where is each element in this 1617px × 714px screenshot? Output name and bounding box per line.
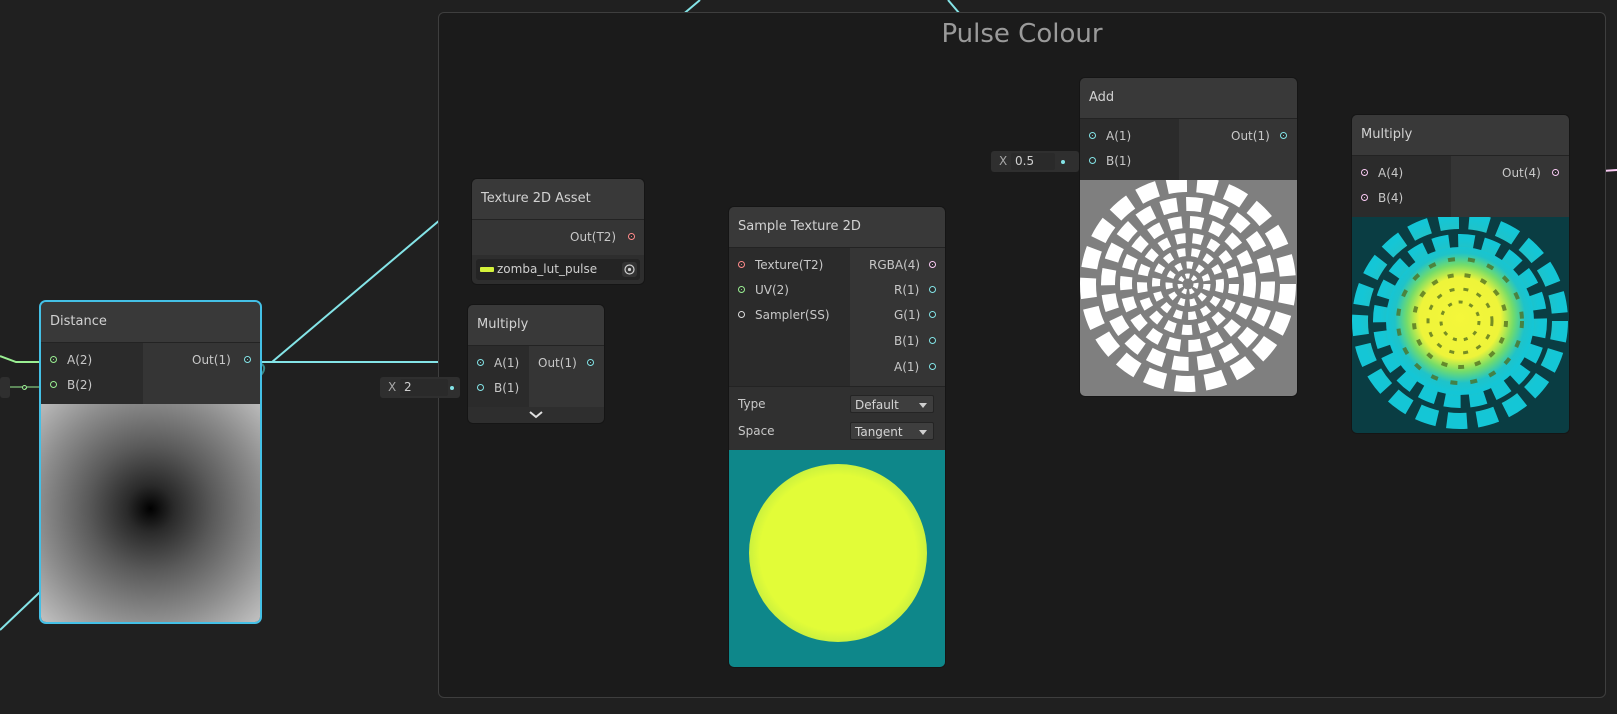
type-dropdown-arrow-icon: [919, 403, 927, 408]
multiply-color-node[interactable]: Multiply A(4) B(4) Out(4): [1352, 115, 1569, 433]
sample-texture-preview: [729, 450, 945, 667]
multiply-color-a-port-icon[interactable]: [1361, 169, 1368, 176]
multiply-b-inline-field[interactable]: X 2: [380, 377, 460, 398]
space-dropdown[interactable]: Tangent: [850, 422, 934, 440]
add-node-title: Add: [1080, 78, 1297, 118]
sample-texture-texture-label: Texture(T2): [755, 258, 824, 272]
multiply-float-title: Multiply: [468, 305, 604, 345]
texture-asset-title: Texture 2D Asset: [472, 179, 644, 219]
multiply-b-axis-label: X: [388, 380, 397, 394]
sample-texture-preview-disc: [749, 464, 927, 642]
sample-texture-a-label: A(1): [894, 360, 920, 374]
add-preview: [1080, 180, 1297, 396]
sample-texture-settings: Type Default Space Tangent: [729, 386, 945, 450]
distance-b-inline-dot: [22, 385, 27, 390]
texture-asset-name: zomba_lut_pulse: [497, 262, 598, 276]
add-out-port-icon[interactable]: [1280, 132, 1287, 139]
sample-texture-g-port-icon[interactable]: [929, 311, 936, 318]
texture-2d-asset-node[interactable]: Texture 2D Asset Out(T2) zomba_lut_pulse: [472, 179, 644, 284]
add-preview-pattern: [1080, 180, 1296, 392]
sample-texture-r-label: R(1): [894, 283, 920, 297]
type-dropdown[interactable]: Default: [850, 395, 934, 413]
distance-a-port-icon[interactable]: [50, 356, 57, 363]
add-b-inline-field[interactable]: X 0.5: [991, 151, 1079, 172]
type-label: Type: [738, 397, 766, 411]
add-b-inline-dot: [1061, 160, 1065, 164]
texture-asset-field-row: zomba_lut_pulse: [472, 255, 644, 284]
sample-texture-ports: Texture(T2) UV(2) Sampler(SS) RGBA(4) R(…: [729, 247, 945, 386]
multiply-float-node[interactable]: Multiply A(1) B(1) Out(1): [468, 305, 604, 423]
add-b-label: B(1): [1106, 154, 1132, 168]
sample-texture-a-port-icon[interactable]: [929, 363, 936, 370]
texture-asset-swatch: [480, 267, 494, 272]
object-picker-icon[interactable]: [622, 262, 637, 277]
texture-asset-out-port-icon[interactable]: [628, 233, 635, 240]
type-dropdown-value: Default: [855, 398, 899, 412]
distance-b-inline-field[interactable]: [0, 377, 10, 398]
texture-asset-ports: Out(T2): [472, 219, 644, 255]
sample-texture-uv-label: UV(2): [755, 283, 789, 297]
add-out-label: Out(1): [1231, 129, 1270, 143]
multiply-color-preview-pattern: [1352, 217, 1568, 429]
multiply-b-inline-dot: [450, 386, 454, 390]
sample-texture-title: Sample Texture 2D: [729, 207, 945, 247]
multiply-float-b-port-icon[interactable]: [477, 384, 484, 391]
add-b-axis-label: X: [999, 154, 1008, 168]
multiply-float-ports: A(1) B(1) Out(1): [468, 345, 604, 408]
space-dropdown-arrow-icon: [919, 430, 927, 435]
texture-asset-object-field[interactable]: zomba_lut_pulse: [476, 259, 640, 280]
multiply-b-value[interactable]: 2: [400, 379, 448, 396]
distance-ports: A(2) B(2) Out(1): [41, 342, 260, 405]
sample-texture-rgba-port-icon[interactable]: [929, 261, 936, 268]
distance-a-label: A(2): [67, 353, 93, 367]
add-a-label: A(1): [1106, 129, 1132, 143]
sample-texture-g-label: G(1): [894, 308, 921, 322]
sample-texture-2d-node[interactable]: Sample Texture 2D Texture(T2) UV(2) Samp…: [729, 207, 945, 667]
sample-texture-sampler-port-icon[interactable]: [738, 311, 745, 318]
sample-texture-sampler-label: Sampler(SS): [755, 308, 830, 322]
multiply-color-preview: [1352, 217, 1569, 433]
distance-out-port-icon[interactable]: [244, 356, 251, 363]
sample-texture-b-port-icon[interactable]: [929, 337, 936, 344]
multiply-color-out-port-icon[interactable]: [1552, 169, 1559, 176]
distance-out-label: Out(1): [192, 353, 231, 367]
multiply-color-title: Multiply: [1352, 115, 1569, 155]
space-dropdown-value: Tangent: [855, 425, 903, 439]
distance-node[interactable]: Distance A(2) B(2) Out(1): [41, 302, 260, 622]
wire-left-bottom: [0, 591, 41, 631]
sample-texture-rgba-label: RGBA(4): [869, 258, 921, 272]
add-b-port-icon[interactable]: [1089, 157, 1096, 164]
multiply-float-out-port-icon[interactable]: [587, 359, 594, 366]
add-ports: A(1) B(1) Out(1): [1080, 118, 1297, 181]
distance-preview: [41, 404, 260, 622]
multiply-color-b-label: B(4): [1378, 191, 1404, 205]
sample-texture-texture-port-icon[interactable]: [738, 261, 745, 268]
add-b-value[interactable]: 0.5: [1011, 153, 1055, 170]
distance-b-port-icon[interactable]: [50, 381, 57, 388]
distance-b-label: B(2): [67, 378, 93, 392]
multiply-float-b-label: B(1): [494, 381, 520, 395]
sample-texture-uv-port-icon[interactable]: [738, 286, 745, 293]
sample-texture-b-label: B(1): [894, 334, 920, 348]
expand-chevron-icon[interactable]: [468, 407, 604, 423]
group-title[interactable]: Pulse Colour: [439, 19, 1605, 49]
add-a-port-icon[interactable]: [1089, 132, 1096, 139]
wire-left-vector2: [0, 355, 44, 363]
multiply-float-out-label: Out(1): [538, 356, 577, 370]
distance-node-title: Distance: [41, 302, 260, 342]
sample-texture-r-port-icon[interactable]: [929, 286, 936, 293]
space-label: Space: [738, 424, 775, 438]
texture-asset-out-label: Out(T2): [570, 230, 617, 244]
multiply-float-a-label: A(1): [494, 356, 520, 370]
multiply-color-out-label: Out(4): [1502, 166, 1541, 180]
multiply-float-a-port-icon[interactable]: [477, 359, 484, 366]
multiply-color-a-label: A(4): [1378, 166, 1404, 180]
add-node[interactable]: Add A(1) B(1) Out(1): [1080, 78, 1297, 396]
multiply-color-ports: A(4) B(4) Out(4): [1352, 155, 1569, 218]
multiply-color-b-port-icon[interactable]: [1361, 194, 1368, 201]
